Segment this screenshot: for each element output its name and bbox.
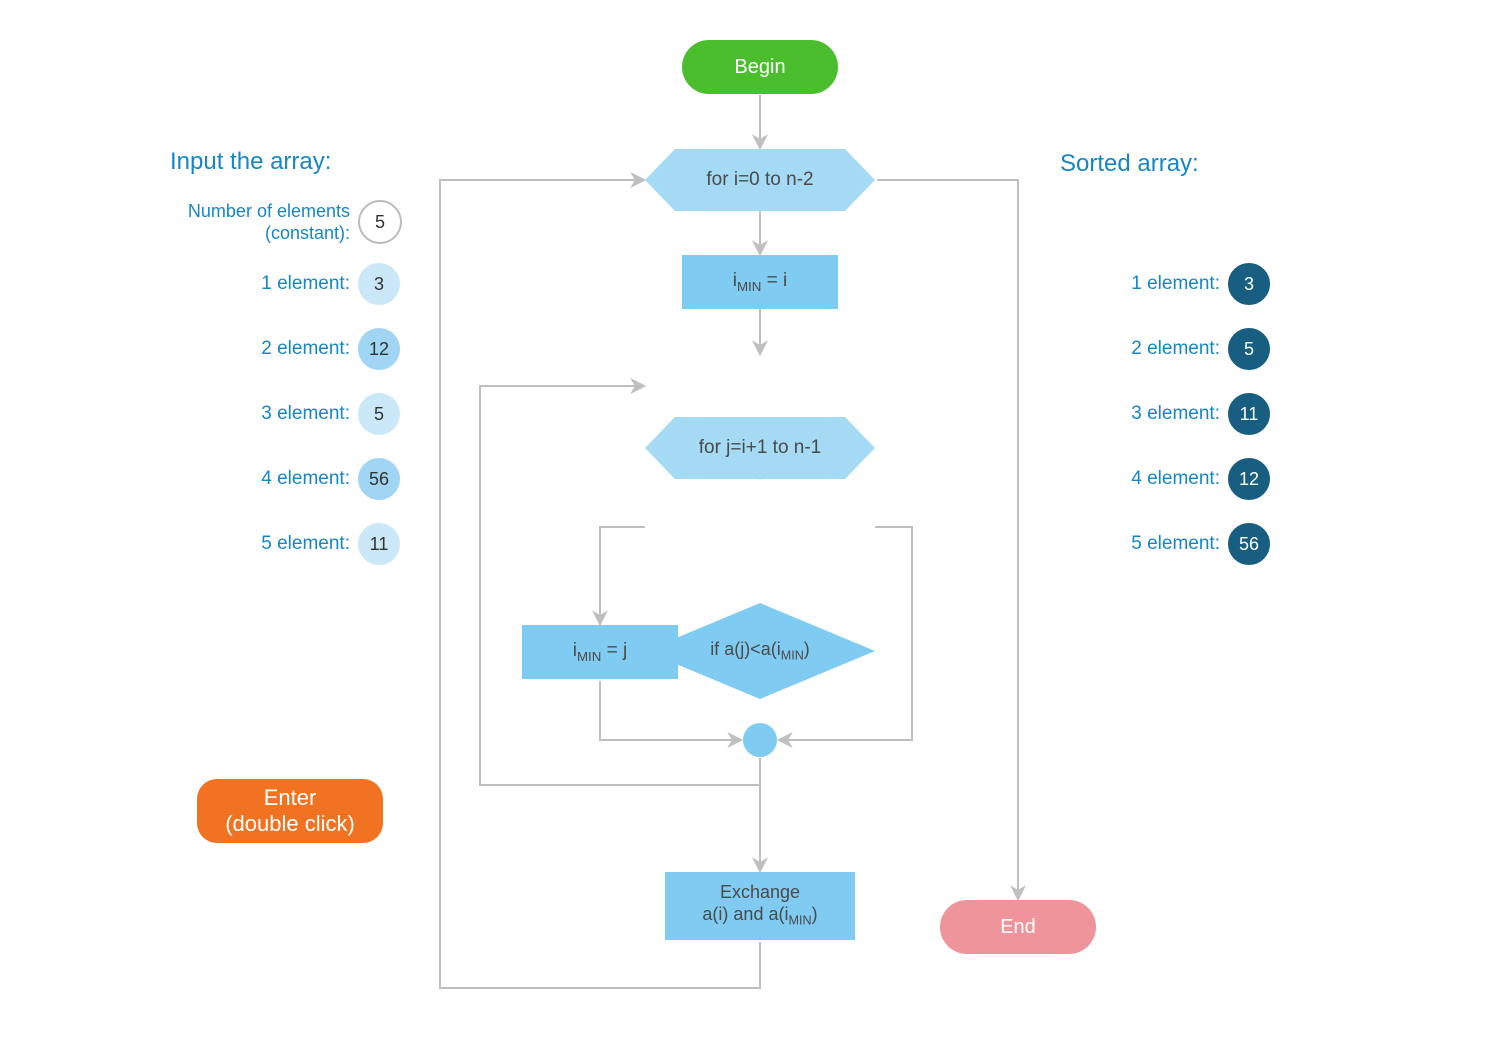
flow-imin-equals-i: iMIN = i — [682, 255, 838, 309]
flow-end-terminator: End — [940, 900, 1096, 954]
flow-imin-equals-j: iMIN = j — [522, 625, 678, 679]
flow-decision-compare: if a(j)<a(iMIN) — [645, 603, 875, 699]
flow-begin-terminator: Begin — [682, 40, 838, 94]
flow-junction — [743, 723, 777, 757]
flow-for-i-loop: for i=0 to n-2 — [645, 149, 875, 211]
flow-for-j-loop: for j=i+1 to n-1 — [645, 417, 875, 479]
flow-exchange: Exchange a(i) and a(iMIN) — [665, 872, 855, 940]
